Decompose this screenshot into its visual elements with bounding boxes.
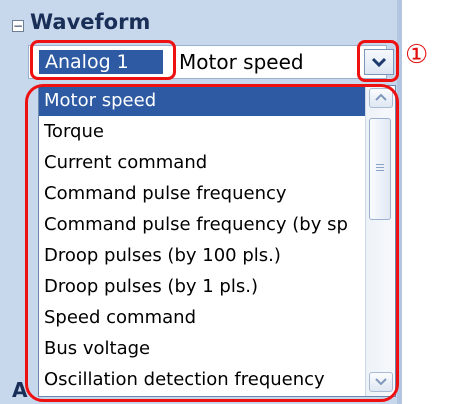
collapse-toggle[interactable]: −: [12, 20, 24, 32]
callout-box-button: [357, 40, 399, 82]
row-value[interactable]: Motor speed: [179, 50, 304, 74]
callout-number: ①: [405, 40, 429, 70]
callout-box-label: [30, 40, 176, 80]
group-title: Waveform: [30, 10, 151, 34]
callout-box-list: [25, 84, 399, 402]
